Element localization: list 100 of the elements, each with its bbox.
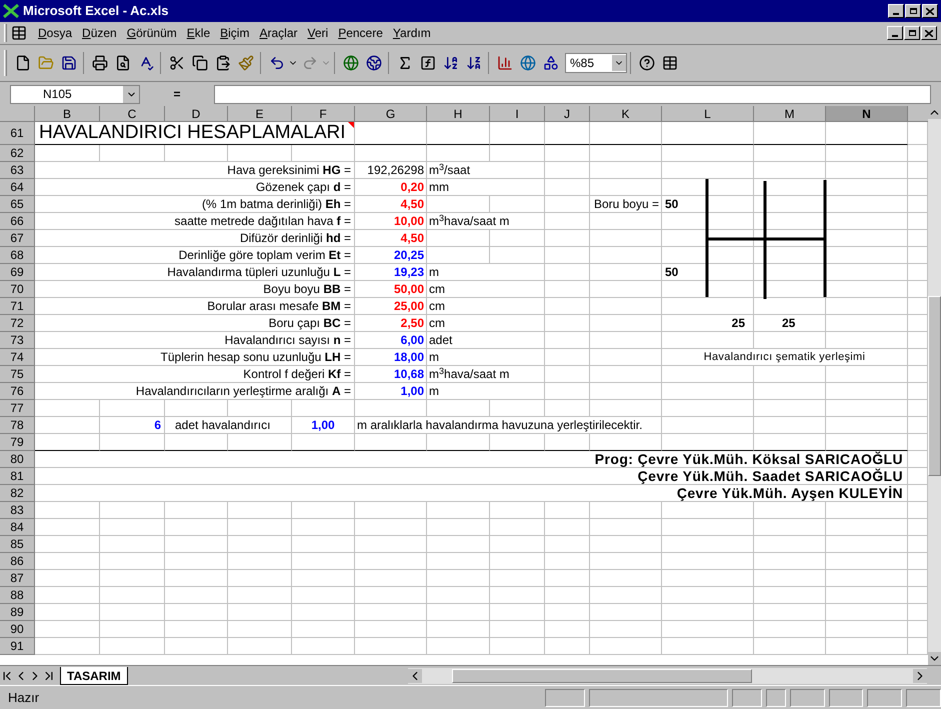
table-cell (754, 434, 826, 451)
row-header[interactable]: 76 (0, 383, 35, 400)
column-header[interactable]: K (590, 106, 662, 122)
row-header[interactable]: 81 (0, 468, 35, 485)
parameter-label: Tüplerin hesap sonu uzunluğu LH = (160, 349, 352, 366)
minimize-icon[interactable] (888, 4, 904, 18)
column-header[interactable]: G (355, 106, 427, 122)
row-header[interactable]: 69 (0, 264, 35, 281)
row-header[interactable]: 80 (0, 451, 35, 468)
row-header[interactable]: 75 (0, 366, 35, 383)
parameter-value: 6,00 (400, 332, 425, 349)
minimize-icon[interactable] (887, 26, 903, 40)
row-header[interactable]: 78 (0, 417, 35, 434)
table-cell (754, 122, 826, 145)
column-header[interactable]: D (165, 106, 228, 122)
table-cell (545, 247, 590, 264)
restore-icon[interactable] (905, 4, 921, 18)
row-header[interactable]: 70 (0, 281, 35, 298)
row-header[interactable]: 64 (0, 179, 35, 196)
menu-item[interactable]: Dosya (33, 24, 78, 42)
close-icon[interactable] (922, 4, 938, 18)
row-header[interactable]: 63 (0, 162, 35, 179)
table-cell (35, 604, 100, 621)
table-cell (590, 122, 662, 145)
scroll-right-icon[interactable] (913, 668, 927, 682)
row-header[interactable]: 72 (0, 315, 35, 332)
menu-item[interactable]: Veri (302, 24, 334, 42)
diagram-dimension: 25 (732, 315, 746, 332)
parameter-value: 192,26298 (367, 162, 425, 179)
table-cell (292, 519, 355, 536)
restore-icon[interactable] (904, 26, 920, 40)
table-cell (590, 638, 662, 655)
table-cell (35, 553, 100, 570)
name-box[interactable]: N105 (10, 84, 140, 104)
table-cell (100, 621, 165, 638)
column-header[interactable]: F (292, 106, 355, 122)
menu-item[interactable]: Görünüm (122, 24, 182, 42)
zoom-dropdown[interactable]: %85 (565, 53, 627, 73)
table-cell (35, 621, 100, 638)
scroll-thumb[interactable] (928, 296, 941, 476)
row-header[interactable]: 65 (0, 196, 35, 213)
formula-field[interactable] (214, 84, 931, 104)
menu-item[interactable]: Araçlar (254, 24, 302, 42)
parameter-label: Derinliğe göre toplam verim Et = (178, 247, 352, 264)
table-cell (590, 332, 662, 349)
row-header[interactable]: 67 (0, 230, 35, 247)
column-header[interactable]: C (100, 106, 165, 122)
row-header[interactable]: 87 (0, 570, 35, 587)
table-cell (100, 604, 165, 621)
menu-item[interactable]: Biçim (215, 24, 254, 42)
table-cell (545, 570, 590, 587)
table-cell (355, 604, 427, 621)
equals-button[interactable]: = (142, 85, 212, 103)
parameter-label: Boru çapı BC = (268, 315, 352, 332)
scroll-left-icon[interactable] (408, 668, 422, 682)
scroll-down-icon[interactable] (928, 652, 941, 665)
row-header[interactable]: 88 (0, 587, 35, 604)
row-header[interactable]: 62 (0, 145, 35, 162)
row-header[interactable]: 68 (0, 247, 35, 264)
column-header[interactable]: B (35, 106, 100, 122)
diagram-dimension: 50 (664, 196, 678, 213)
row-header[interactable]: 89 (0, 604, 35, 621)
table-cell (545, 587, 590, 604)
parameter-value: 20,25 (394, 247, 425, 264)
column-header[interactable]: J (545, 106, 590, 122)
menu-item[interactable]: Ekle (182, 24, 216, 42)
close-icon[interactable] (921, 26, 937, 40)
row-header[interactable]: 74 (0, 349, 35, 366)
row-header[interactable]: 82 (0, 485, 35, 502)
menu-item[interactable]: Yardım (388, 24, 436, 42)
table-cell (355, 536, 427, 553)
row-header[interactable]: 77 (0, 400, 35, 417)
row-header[interactable]: 85 (0, 536, 35, 553)
table-cell (355, 570, 427, 587)
row-header[interactable]: 83 (0, 502, 35, 519)
row-header[interactable]: 71 (0, 298, 35, 315)
row-header[interactable]: 79 (0, 434, 35, 451)
sheet-tab[interactable]: TASARIM (60, 666, 128, 684)
row-header[interactable]: 90 (0, 621, 35, 638)
menu-item[interactable]: Düzen (77, 24, 122, 42)
row-header[interactable]: 61 (0, 122, 35, 145)
column-header[interactable]: E (228, 106, 292, 122)
parameter-label: (% 1m batma derinliği) Eh = (202, 196, 352, 213)
row-header[interactable]: 73 (0, 332, 35, 349)
row-header[interactable]: 84 (0, 519, 35, 536)
row-header[interactable]: 91 (0, 638, 35, 655)
column-header[interactable]: I (490, 106, 545, 122)
table-cell (754, 536, 826, 553)
column-header[interactable]: N (826, 106, 908, 122)
table-cell (355, 621, 427, 638)
column-header[interactable]: M (754, 106, 826, 122)
row-header[interactable]: 66 (0, 213, 35, 230)
scroll-thumb[interactable] (452, 668, 752, 682)
parameter-value: 4,50 (400, 196, 425, 213)
column-header[interactable]: L (662, 106, 754, 122)
row-header[interactable]: 86 (0, 553, 35, 570)
vertical-scrollbar[interactable] (928, 106, 941, 665)
column-header[interactable]: H (427, 106, 490, 122)
table-cell (590, 383, 662, 400)
menu-item[interactable]: Pencere (333, 24, 388, 42)
